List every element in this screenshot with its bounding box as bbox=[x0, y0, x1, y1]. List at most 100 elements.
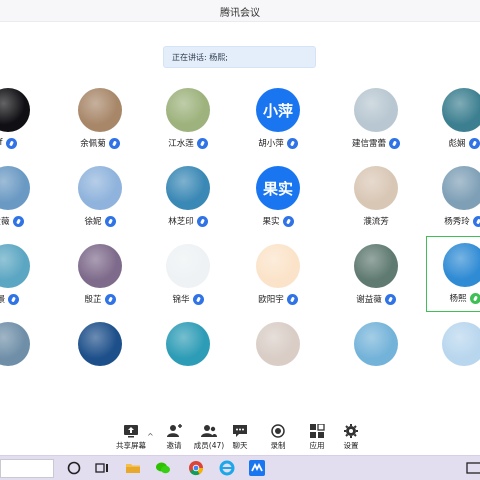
participant-name: 余佩菊 bbox=[80, 139, 106, 149]
participant-name: 徐妮 bbox=[84, 217, 102, 227]
participant-name-row: 林芝印 bbox=[150, 214, 226, 228]
share-screen-icon bbox=[124, 425, 138, 438]
participant-name: 欧阳宇 bbox=[258, 295, 284, 305]
avatar bbox=[442, 322, 480, 366]
avatar bbox=[0, 166, 30, 210]
participant-name-row: f bbox=[0, 136, 46, 150]
microphone-icon bbox=[286, 137, 298, 149]
participant-tile[interactable]: 濮流芳 bbox=[338, 160, 414, 236]
participant-tile[interactable]: 小萍 胡小萍 bbox=[240, 82, 316, 158]
participant-name-row: 果实 bbox=[240, 214, 316, 228]
share-screen-button[interactable]: 共享屏幕 bbox=[110, 422, 152, 454]
participant-tile[interactable] bbox=[0, 316, 46, 380]
avatar bbox=[78, 244, 122, 288]
participant-name-row: 景 bbox=[0, 292, 46, 306]
participant-name-row: 建信雷蕾 bbox=[338, 136, 414, 150]
participant-name: 景 bbox=[0, 295, 6, 305]
participant-tile[interactable]: 殷芷 bbox=[62, 238, 138, 314]
cortana-icon[interactable] bbox=[66, 460, 82, 476]
participant-name: 黄薇 bbox=[0, 217, 10, 227]
microphone-icon bbox=[104, 215, 116, 227]
participant-tile[interactable] bbox=[338, 316, 414, 380]
participant-tile[interactable]: f bbox=[0, 82, 46, 158]
invite-label: 邀请 bbox=[166, 441, 182, 450]
microphone-icon bbox=[12, 215, 24, 227]
avatar bbox=[256, 244, 300, 288]
participant-tile[interactable]: 建信雷蕾 bbox=[338, 82, 414, 158]
participant-tile[interactable]: 黄薇 bbox=[0, 160, 46, 236]
file-explorer-icon[interactable] bbox=[125, 460, 141, 476]
participant-name-row bbox=[62, 370, 138, 380]
participant-name: 锦华 bbox=[172, 295, 190, 305]
task-view-icon[interactable] bbox=[94, 460, 110, 476]
participant-tile[interactable] bbox=[240, 316, 316, 380]
chat-icon bbox=[233, 425, 247, 437]
participant-tile[interactable]: 余佩菊 bbox=[62, 82, 138, 158]
avatar bbox=[442, 166, 480, 210]
participant-name: 建信雷蕾 bbox=[351, 139, 386, 149]
avatar bbox=[78, 88, 122, 132]
avatar bbox=[166, 244, 210, 288]
participant-name-row: 欧阳宇 bbox=[240, 292, 316, 306]
participant-tile[interactable]: 锦华 bbox=[150, 238, 226, 314]
ie-icon[interactable] bbox=[219, 460, 235, 476]
microphone-icon bbox=[104, 293, 116, 305]
share-options-chevron-icon[interactable]: ^ bbox=[147, 432, 154, 441]
avatar bbox=[78, 166, 122, 210]
chat-button[interactable]: 聊天 bbox=[220, 422, 260, 454]
avatar bbox=[0, 88, 30, 132]
speaking-indicator: 正在讲话: 杨熙; bbox=[163, 46, 316, 68]
participant-name-row: 江水莲 bbox=[150, 136, 226, 150]
avatar bbox=[442, 88, 480, 132]
settings-button[interactable]: 设置 bbox=[331, 422, 371, 454]
participant-tile[interactable]: 林芝印 bbox=[150, 160, 226, 236]
microphone-icon bbox=[472, 215, 480, 227]
chat-label: 聊天 bbox=[232, 441, 248, 450]
tencent-meeting-icon[interactable] bbox=[249, 460, 265, 476]
participant-name-row: 杨秀玲 bbox=[426, 214, 480, 228]
participant-name-row: 杨熙 bbox=[427, 291, 480, 305]
participant-name-row bbox=[240, 370, 316, 380]
participant-name-row bbox=[338, 370, 414, 380]
participant-tile[interactable] bbox=[62, 316, 138, 380]
avatar bbox=[166, 88, 210, 132]
record-button[interactable]: 录制 bbox=[258, 422, 298, 454]
avatar bbox=[166, 322, 210, 366]
avatar bbox=[354, 166, 398, 210]
participant-tile[interactable]: 谢益薇 bbox=[338, 238, 414, 314]
participant-name-row: 彪娴 bbox=[426, 136, 480, 150]
invite-icon bbox=[167, 424, 182, 437]
settings-label: 设置 bbox=[343, 441, 359, 450]
participant-name: 杨熙 bbox=[449, 294, 467, 304]
microphone-icon bbox=[384, 293, 396, 305]
participant-tile[interactable]: 果实 果实 bbox=[240, 160, 316, 236]
participant-name-row: 濮流芳 bbox=[338, 214, 414, 228]
participant-tile[interactable]: 景 bbox=[0, 238, 46, 314]
taskbar-search-box[interactable] bbox=[0, 459, 54, 478]
participant-tile[interactable]: 徐妮 bbox=[62, 160, 138, 236]
participant-name-row: 锦华 bbox=[150, 292, 226, 306]
microphone-icon bbox=[192, 293, 204, 305]
participant-tile[interactable] bbox=[426, 316, 480, 380]
participant-tile[interactable] bbox=[150, 316, 226, 380]
chrome-icon[interactable] bbox=[188, 460, 204, 476]
avatar bbox=[0, 322, 30, 366]
participant-tile[interactable]: 欧阳宇 bbox=[240, 238, 316, 314]
participant-name: 杨秀玲 bbox=[444, 217, 470, 227]
apps-icon bbox=[310, 424, 325, 438]
participant-name: 胡小萍 bbox=[258, 139, 284, 149]
participant-tile[interactable]: 彪娴 bbox=[426, 82, 480, 158]
participant-tile[interactable]: 江水莲 bbox=[150, 82, 226, 158]
participant-tile[interactable]: 杨熙 bbox=[426, 236, 480, 312]
notification-icon[interactable] bbox=[466, 460, 480, 476]
record-label: 录制 bbox=[270, 441, 286, 450]
avatar bbox=[354, 322, 398, 366]
participant-name: 殷芷 bbox=[84, 295, 102, 305]
microphone-icon bbox=[286, 293, 298, 305]
taskbar bbox=[0, 455, 480, 480]
microphone-icon bbox=[5, 137, 17, 149]
wechat-icon[interactable] bbox=[155, 460, 171, 476]
avatar: 小萍 bbox=[256, 88, 300, 132]
participant-tile[interactable]: 杨秀玲 bbox=[426, 160, 480, 236]
microphone-icon bbox=[469, 292, 480, 304]
